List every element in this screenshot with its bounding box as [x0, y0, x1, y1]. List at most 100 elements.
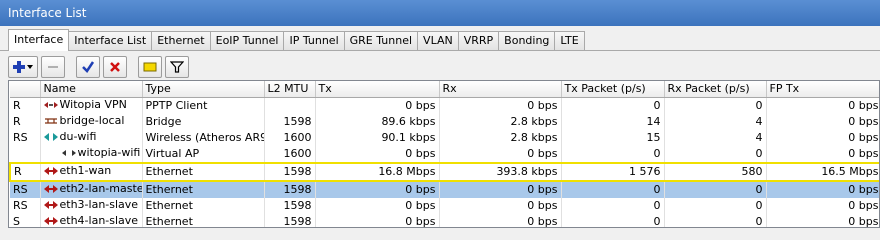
col-header-rx-packet[interactable]: Rx Packet (p/s) — [664, 81, 767, 98]
cell-name: Witopia VPN — [40, 97, 143, 114]
tab-lte[interactable]: LTE — [554, 31, 585, 50]
tab-ethernet[interactable]: Ethernet — [151, 31, 211, 50]
cell-flag: R — [10, 97, 41, 114]
cross-icon — [108, 60, 122, 74]
table-header-row: Name Type L2 MTU Tx Rx Tx Packet (p/s) R… — [10, 81, 879, 98]
cell-rxp: 580 — [664, 161, 767, 182]
tab-gre-tunnel[interactable]: GRE Tunnel — [343, 31, 419, 50]
cell-flag — [10, 145, 41, 163]
cell-mtu: 1600 — [264, 129, 316, 146]
filter-icon — [170, 60, 184, 74]
interface-name: Witopia VPN — [59, 97, 127, 111]
cell-rx: 0 bps — [439, 213, 562, 227]
cell-type: Virtual AP — [142, 145, 265, 163]
bridge-icon — [44, 116, 58, 126]
col-header-flags[interactable] — [10, 81, 41, 98]
cell-rxp: 4 — [664, 113, 767, 130]
ethernet-icon — [43, 166, 58, 176]
filter-button[interactable] — [165, 56, 189, 78]
window-title: Interface List — [0, 0, 880, 26]
tab-ip-tunnel[interactable]: IP Tunnel — [283, 31, 345, 50]
cell-rxp: 0 — [664, 197, 767, 214]
add-icon — [12, 60, 34, 74]
cell-tx: 0 bps — [315, 145, 440, 163]
cell-name: du-wifi — [40, 129, 143, 146]
cell-rxp: 0 — [664, 145, 767, 163]
cell-mtu — [264, 97, 316, 114]
table-row[interactable]: RS du-wifi Wireless (Atheros AR9...160090.… — [10, 129, 879, 146]
cell-mtu: 1598 — [264, 213, 316, 227]
comment-button[interactable] — [138, 56, 162, 78]
cell-fptx: 0 bps — [766, 213, 879, 227]
ethernet-icon — [43, 216, 58, 226]
interface-name: eth3-lan-slave — [59, 197, 139, 211]
enable-button[interactable] — [76, 56, 100, 78]
tab-vrrp[interactable]: VRRP — [457, 31, 500, 50]
interface-name: witopia-wifi — [77, 145, 141, 159]
cell-txp: 0 — [561, 197, 665, 214]
tab-eoip-tunnel[interactable]: EoIP Tunnel — [209, 31, 285, 50]
comment-icon — [143, 60, 157, 74]
cell-flag: R — [10, 113, 41, 130]
table-row[interactable]: RS eth3-lan-slave Ethernet 1598 0 bps 0 bps 0 0… — [10, 197, 879, 214]
interface-name: eth4-lan-slave — [59, 213, 139, 227]
cell-tx: 16.8 Mbps — [315, 161, 440, 182]
disable-button[interactable] — [103, 56, 127, 78]
check-icon — [81, 60, 95, 74]
cell-type: Wireless (Atheros AR9... — [142, 129, 265, 146]
col-header-l2-mtu[interactable]: L2 MTU — [264, 81, 316, 98]
col-header-tx-packet[interactable]: Tx Packet (p/s) — [561, 81, 665, 98]
cell-type: PPTP Client — [142, 97, 265, 114]
cell-type: Ethernet — [142, 197, 265, 214]
tab-interface-list[interactable]: Interface List — [68, 31, 153, 50]
cell-name: eth3-lan-slave — [40, 197, 143, 214]
cell-tx: 0 bps — [315, 197, 440, 214]
remove-button[interactable] — [41, 56, 65, 78]
cell-rxp: 0 — [664, 97, 767, 114]
table-row[interactable]: Reth1-wan Ethernet 1598 16.8 Mbps 393.8 kbps… — [9, 161, 879, 182]
cell-tx: 0 bps — [315, 213, 440, 227]
cell-fptx: 0 bps — [766, 145, 879, 163]
table-row[interactable]: Rbridge-local Bridge 1598 89.6 kbps 2.8 kbps… — [10, 113, 879, 130]
cell-fptx: 0 bps — [766, 197, 879, 214]
cell-rx: 0 bps — [439, 197, 562, 214]
col-header-name[interactable]: Name — [40, 81, 143, 98]
cell-flag: RS — [10, 197, 41, 214]
cell-rx: 393.8 kbps — [439, 161, 562, 182]
virtual-ap-icon — [61, 148, 76, 158]
toolbar — [0, 51, 880, 83]
cell-txp: 0 — [561, 97, 665, 114]
cell-fptx: 0 bps — [766, 129, 879, 146]
interface-name: du-wifi — [59, 129, 97, 143]
cell-rx: 0 bps — [439, 180, 562, 198]
cell-fptx: 0 bps — [766, 180, 879, 198]
cell-flag: R — [9, 161, 41, 182]
cell-tx: 0 bps — [315, 180, 440, 198]
tab-vlan[interactable]: VLAN — [417, 31, 459, 50]
cell-tx: 0 bps — [315, 97, 440, 114]
ethernet-icon — [43, 200, 58, 210]
table-row[interactable]: RS eth2-lan-master Ethernet 1598 0 bps 0 bps 0… — [10, 180, 879, 198]
table-row[interactable]: witopia-wifi Virtual AP 1600 0 bps 0 bps 0 0 0 … — [10, 145, 879, 163]
cell-flag: RS — [10, 180, 41, 198]
cell-mtu: 1598 — [264, 113, 316, 130]
interface-name: bridge-local — [59, 113, 125, 127]
col-header-fp-tx[interactable]: FP Tx — [766, 81, 879, 98]
table-row[interactable]: R Witopia VPN PPTP Client 0 bps 0 bps 0 0 0 bps — [10, 97, 879, 114]
tab-interface[interactable]: Interface — [8, 29, 70, 51]
col-header-type[interactable]: Type — [142, 81, 265, 98]
cell-rx: 2.8 kbps — [439, 113, 562, 130]
col-header-tx[interactable]: Tx — [315, 81, 440, 98]
ethernet-icon — [43, 184, 58, 194]
cell-mtu: 1600 — [264, 145, 316, 163]
add-button[interactable] — [8, 56, 38, 78]
col-header-rx[interactable]: Rx — [439, 81, 562, 98]
cell-type: Bridge — [142, 113, 265, 130]
cell-rxp: 0 — [664, 213, 767, 227]
tab-bonding[interactable]: Bonding — [498, 31, 556, 50]
cell-rxp: 0 — [664, 180, 767, 198]
table-row[interactable]: Seth4-lan-slave Ethernet 1598 0 bps 0 bps 0 0 0… — [10, 213, 879, 227]
cell-fptx: 0 bps — [766, 97, 879, 114]
cell-rx: 2.8 kbps — [439, 129, 562, 146]
interface-list-window: Interface List Interface Interface List … — [0, 0, 880, 228]
